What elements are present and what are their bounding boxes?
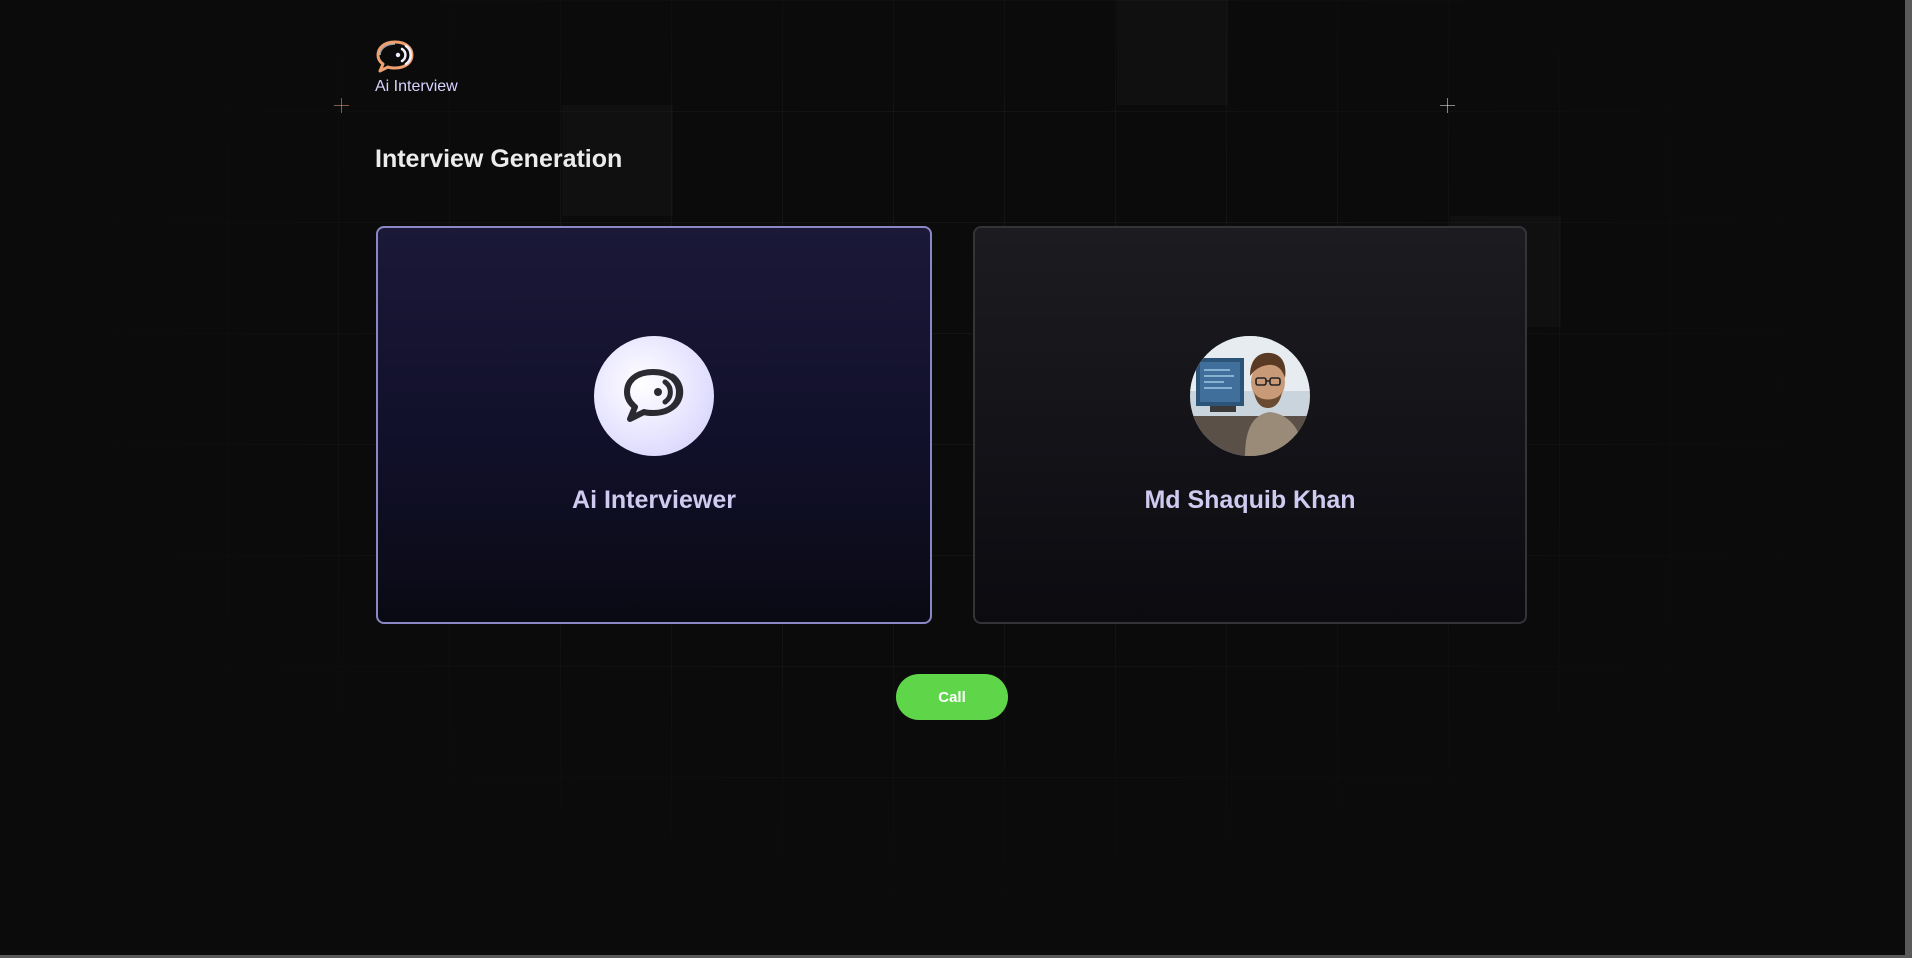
user-photo-icon	[1190, 336, 1310, 456]
app-logo[interactable]: Ai Interview	[375, 40, 458, 96]
chat-speaker-icon	[624, 369, 684, 422]
ai-interviewer-card: Ai Interviewer	[376, 226, 932, 624]
chat-speaker-icon	[376, 40, 414, 73]
call-button[interactable]: Call	[896, 674, 1008, 720]
grid-background	[0, 0, 1905, 955]
user-card: Md Shaquib Khan	[973, 226, 1527, 624]
sparkle-decoration	[334, 98, 349, 113]
page-title: Interview Generation	[375, 145, 623, 173]
ai-avatar	[594, 336, 714, 456]
ai-interviewer-name: Ai Interviewer	[572, 486, 736, 514]
grid-highlight-cell	[1117, 0, 1228, 105]
scrollbar[interactable]	[1905, 0, 1912, 958]
user-name: Md Shaquib Khan	[1144, 486, 1356, 514]
logo-text: Ai Interview	[375, 78, 458, 95]
sparkle-decoration	[1440, 98, 1455, 113]
user-avatar	[1190, 336, 1310, 456]
app-frame: Ai Interview Interview Generation Ai Int…	[0, 0, 1905, 955]
